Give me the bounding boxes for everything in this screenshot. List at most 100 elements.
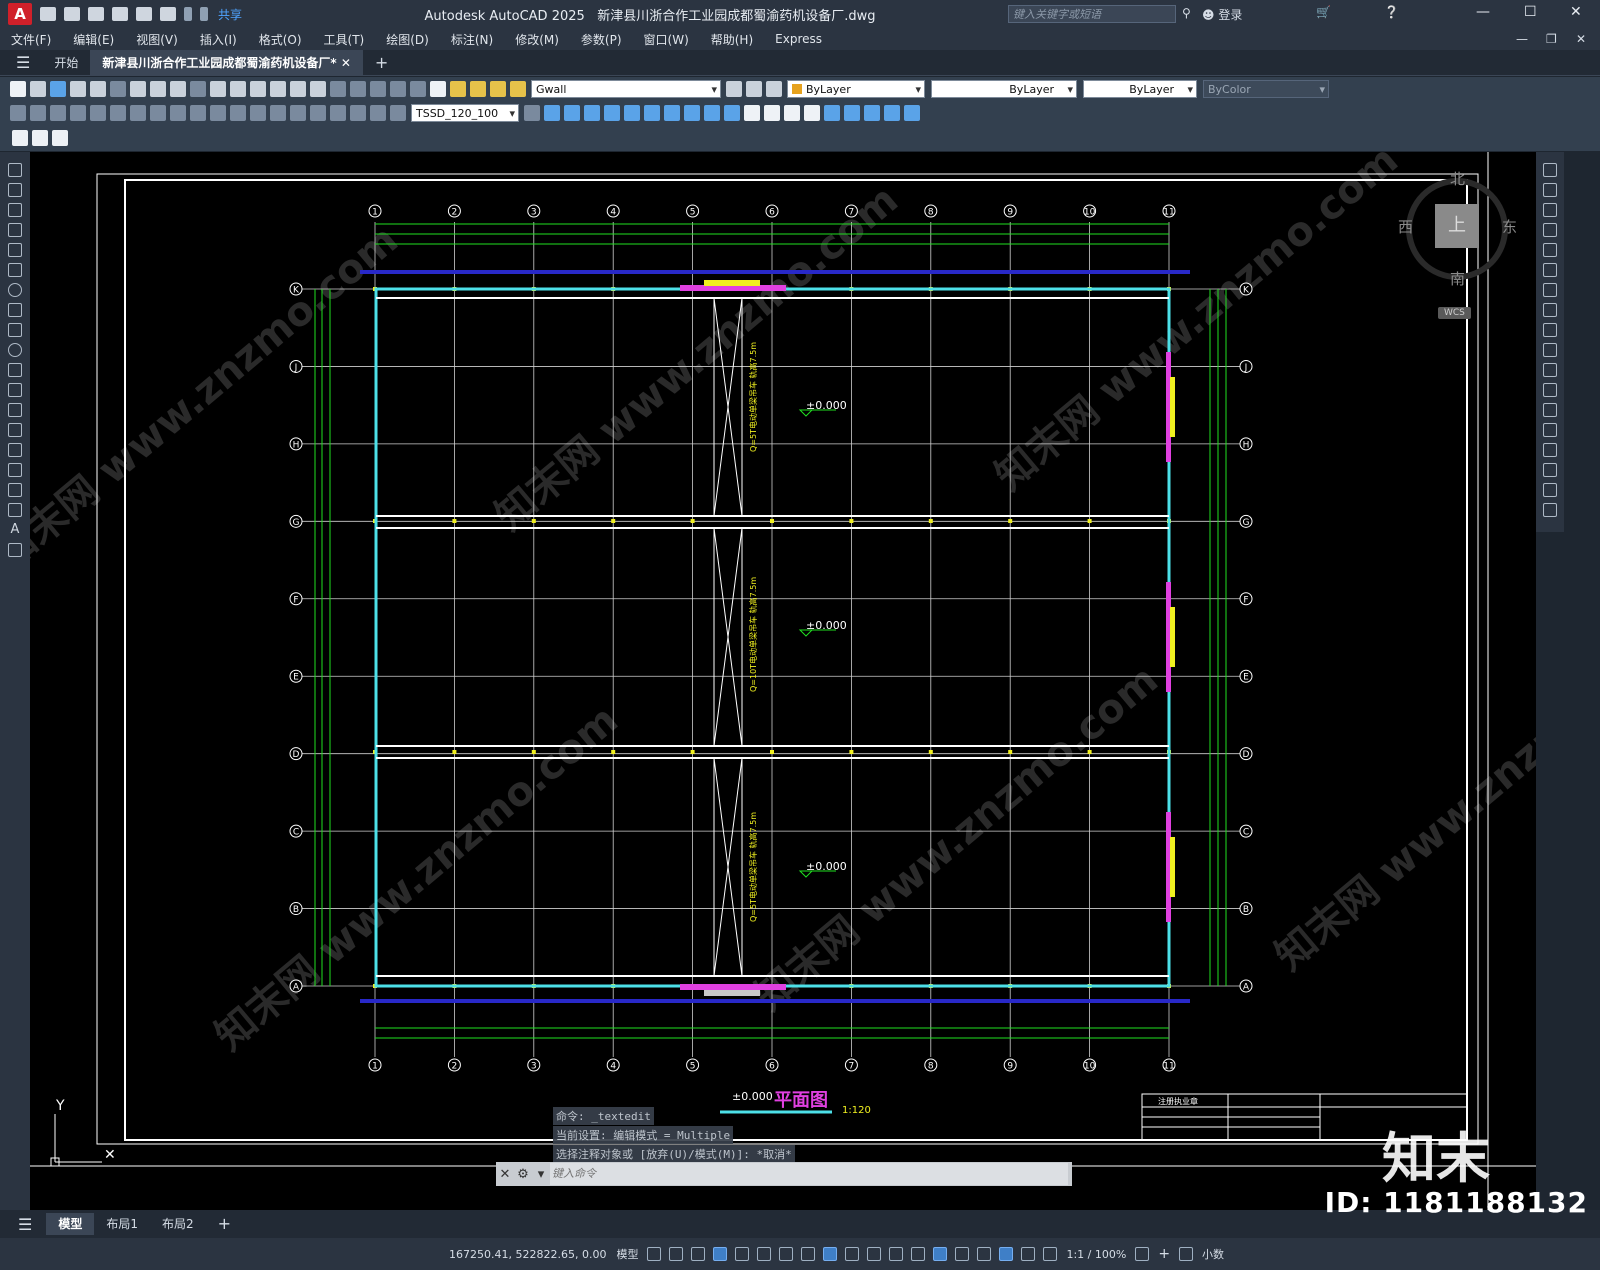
plus-icon[interactable]: + <box>1158 1246 1170 1262</box>
arc-icon[interactable] <box>8 263 22 277</box>
layer-select[interactable]: Gwall <box>531 80 721 99</box>
command-customize-icon[interactable]: ⚙ <box>514 1167 532 1182</box>
close-icon[interactable]: ✕ <box>1570 4 1582 20</box>
menu-draw[interactable]: 绘图(D) <box>383 31 432 48</box>
viewcube-south[interactable]: 南 <box>1450 268 1465 289</box>
tab-start[interactable]: 开始 <box>42 50 90 76</box>
ortho-icon[interactable] <box>735 1247 750 1261</box>
view-3d-1-icon[interactable] <box>544 105 560 121</box>
otrack-icon[interactable] <box>801 1247 816 1261</box>
isodraft-icon[interactable] <box>779 1247 794 1261</box>
dim-ordinate-icon[interactable] <box>70 105 86 121</box>
tab-add-button[interactable]: + <box>363 50 400 76</box>
dynamic-input-icon[interactable] <box>713 1247 728 1261</box>
rectangle-icon[interactable] <box>8 243 22 257</box>
linetype-select[interactable]: ByLayer <box>931 80 1077 99</box>
matchprop-icon[interactable] <box>190 81 206 97</box>
selection-cycling-icon[interactable] <box>889 1247 904 1261</box>
blend-icon[interactable] <box>1543 483 1557 497</box>
visual-style-4-icon[interactable] <box>804 105 820 121</box>
menu-insert[interactable]: 插入(I) <box>197 31 240 48</box>
mirror-icon[interactable] <box>1543 203 1557 217</box>
point-icon[interactable] <box>8 423 22 437</box>
lineweight-select[interactable]: ByLayer <box>1083 80 1197 99</box>
menu-view[interactable]: 视图(V) <box>133 31 181 48</box>
zoom-previous-icon[interactable] <box>310 81 326 97</box>
tab-model[interactable]: 模型 <box>46 1213 95 1235</box>
menu-file[interactable]: 文件(F) <box>8 31 54 48</box>
view-3d-8-icon[interactable] <box>684 105 700 121</box>
ucs-5-icon[interactable] <box>904 105 920 121</box>
attribute-icon[interactable] <box>52 130 68 146</box>
login-button[interactable]: ☻ 登录 <box>1202 6 1242 23</box>
calculator-icon[interactable] <box>410 81 426 97</box>
grid-icon[interactable] <box>647 1247 662 1261</box>
menu-edit[interactable]: 编辑(E) <box>70 31 117 48</box>
view-3d-4-icon[interactable] <box>604 105 620 121</box>
spline-icon[interactable] <box>8 323 22 337</box>
layer-freeze-icon[interactable] <box>490 81 506 97</box>
snap-icon[interactable] <box>669 1247 684 1261</box>
erase-icon[interactable] <box>1543 163 1557 177</box>
lineweight-icon[interactable] <box>845 1247 860 1261</box>
dim-text-edit-icon[interactable] <box>370 105 386 121</box>
mtext-icon[interactable]: A <box>8 523 22 537</box>
publish-icon[interactable] <box>136 7 152 21</box>
scale-icon[interactable] <box>1543 303 1557 317</box>
menu-window[interactable]: 窗口(W) <box>641 31 692 48</box>
dim-edit-icon[interactable] <box>350 105 366 121</box>
plotstyle-select[interactable]: ByColor <box>1203 80 1329 99</box>
zoom-window-icon[interactable] <box>290 81 306 97</box>
doc-restore-icon[interactable]: ❐ <box>1546 32 1557 46</box>
quick-dim-icon[interactable] <box>170 105 186 121</box>
menu-modify[interactable]: 修改(M) <box>512 31 562 48</box>
ellipse-icon[interactable] <box>8 343 22 357</box>
dim-jogged-icon[interactable] <box>110 105 126 121</box>
saveas-icon[interactable] <box>112 7 128 21</box>
insert-icon[interactable] <box>8 383 22 397</box>
new-file-icon[interactable] <box>10 81 26 97</box>
help-toolbar-icon[interactable] <box>430 81 446 97</box>
dim-arc-icon[interactable] <box>50 105 66 121</box>
command-recent-icon[interactable]: ▾ <box>532 1167 550 1182</box>
sheetset-icon[interactable] <box>390 81 406 97</box>
block-editor-icon[interactable] <box>12 130 28 146</box>
annotation-scale-select[interactable]: 1:1 / 100% <box>1066 1248 1126 1261</box>
publish-toolbar-icon[interactable] <box>110 81 126 97</box>
dim-break-icon[interactable] <box>250 105 266 121</box>
menu-format[interactable]: 格式(O) <box>256 31 305 48</box>
pan-icon[interactable] <box>250 81 266 97</box>
save-icon[interactable] <box>88 7 104 21</box>
circle-icon[interactable] <box>8 283 22 297</box>
extend-icon[interactable] <box>1543 363 1557 377</box>
cart-icon[interactable]: 🛒 <box>1316 5 1331 19</box>
viewcube-east[interactable]: 东 <box>1502 216 1517 237</box>
hatch-icon[interactable] <box>8 443 22 457</box>
infer-icon[interactable] <box>691 1247 706 1261</box>
cut-icon[interactable] <box>130 81 146 97</box>
jogged-linear-icon[interactable] <box>330 105 346 121</box>
center-mark-icon[interactable] <box>290 105 306 121</box>
visual-style-3-icon[interactable] <box>784 105 800 121</box>
selection-filter-icon[interactable] <box>955 1247 970 1261</box>
designcenter-icon[interactable] <box>350 81 366 97</box>
menu-help[interactable]: 帮助(H) <box>708 31 756 48</box>
view-3d-9-icon[interactable] <box>704 105 720 121</box>
layout-menu-icon[interactable]: ☰ <box>18 1215 32 1234</box>
trim-icon[interactable] <box>1543 343 1557 357</box>
inspection-icon[interactable] <box>310 105 326 121</box>
view-3d-3-icon[interactable] <box>584 105 600 121</box>
doc-minimize-icon[interactable]: — <box>1516 32 1528 46</box>
view-3d-10-icon[interactable] <box>724 105 740 121</box>
ucs-4-icon[interactable] <box>884 105 900 121</box>
open-icon[interactable] <box>64 7 80 21</box>
share-button[interactable]: 共享 <box>218 6 242 23</box>
layer-current-icon[interactable] <box>726 81 742 97</box>
line-tool-icon[interactable] <box>8 163 22 177</box>
dim-update-icon[interactable] <box>390 105 406 121</box>
viewcube-top-face[interactable]: 上 <box>1435 204 1479 248</box>
minimize-icon[interactable]: — <box>1476 4 1490 20</box>
save-file-icon[interactable] <box>50 81 66 97</box>
chamfer-icon[interactable] <box>1543 443 1557 457</box>
stretch-icon[interactable] <box>1543 323 1557 337</box>
